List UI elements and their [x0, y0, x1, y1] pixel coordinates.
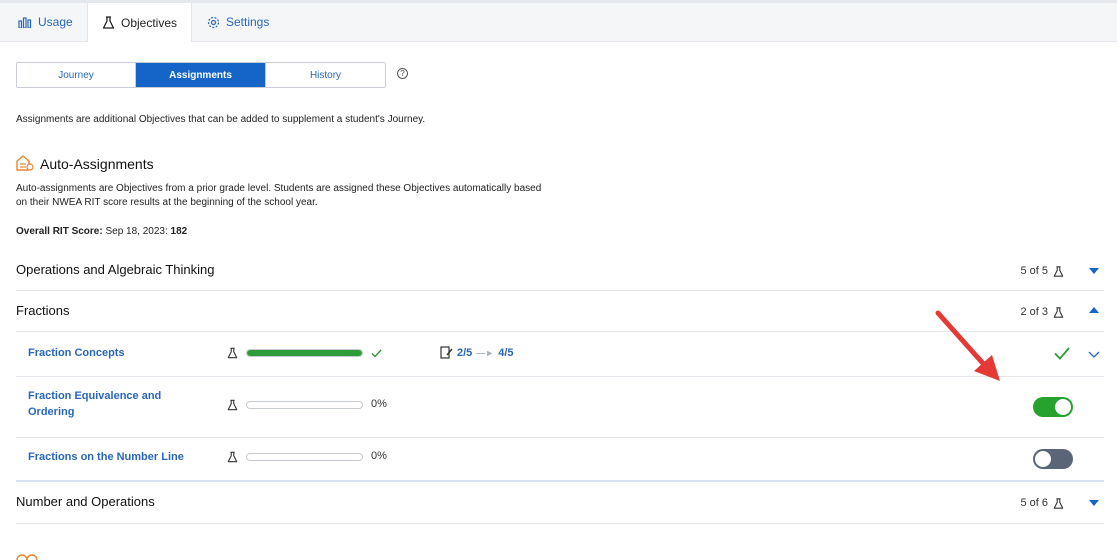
tab-objectives-label: Objectives [121, 15, 178, 30]
section-icon [16, 554, 38, 560]
view-segmented-control: Journey Assignments History [16, 62, 386, 88]
flask-icon [227, 399, 238, 411]
tab-objectives[interactable]: Objectives [87, 3, 193, 42]
gear-icon [207, 16, 220, 28]
auto-assignments-description: Auto-assignments are Objectives from a p… [16, 183, 542, 208]
progress-bar [246, 401, 363, 409]
check-icon [371, 349, 382, 358]
objective-row-fractions-number-line: Fractions on the Number Line 0% [16, 438, 1104, 482]
bar-chart-icon [18, 17, 32, 28]
chevron-down-icon[interactable] [1088, 351, 1100, 358]
chevron-down-icon[interactable] [1088, 499, 1100, 507]
auto-assign-icon [16, 155, 34, 171]
tab-settings-label: Settings [226, 15, 270, 29]
toggle-knob [1035, 451, 1051, 467]
segment-journey[interactable]: Journey [17, 63, 136, 87]
rit-date: Sep 18, 2023: [105, 226, 168, 237]
segment-history[interactable]: History [266, 63, 385, 87]
assessment-from: 2/5 [457, 346, 473, 359]
auto-assignments-title: Auto-Assignments [40, 156, 154, 172]
annotation-arrow-icon [935, 310, 1000, 381]
objective-link[interactable]: Fraction Concepts [28, 345, 125, 361]
progress-bar [246, 453, 363, 461]
progress-percent: 0% [371, 450, 387, 462]
tab-usage-label: Usage [38, 15, 73, 29]
assign-toggle[interactable] [1033, 449, 1073, 469]
flask-icon [227, 451, 238, 463]
help-icon[interactable]: ? [397, 68, 408, 79]
section-operations-algebraic[interactable]: Operations and Algebraic Thinking 5 of 5 [16, 250, 1104, 291]
chevron-up-icon[interactable] [1088, 306, 1100, 314]
flask-icon [227, 347, 238, 359]
rit-score: Overall RIT Score: Sep 18, 2023: 182 [16, 226, 187, 237]
objective-link[interactable]: Fractions on the Number Line [28, 449, 184, 465]
progress-percent: 0% [371, 398, 387, 410]
segment-assignments[interactable]: Assignments [136, 63, 266, 87]
progress-fill [247, 350, 362, 356]
chevron-down-icon[interactable] [1088, 267, 1100, 275]
quiz-icon [440, 346, 453, 359]
assignments-intro: Assignments are additional Objectives th… [16, 114, 426, 125]
section-count: 5 of 6 [1020, 497, 1064, 509]
section-count: 2 of 3 [1020, 306, 1064, 318]
section-number-operations[interactable]: Number and Operations 5 of 6 [16, 483, 1104, 524]
section-count-text: 5 of 5 [1020, 265, 1048, 277]
toggle-knob [1055, 399, 1071, 415]
assign-toggle[interactable] [1033, 397, 1073, 417]
tab-usage[interactable]: Usage [18, 3, 73, 41]
section-title: Operations and Algebraic Thinking [16, 262, 215, 277]
progress-bar [246, 349, 363, 357]
rit-label: Overall RIT Score: [16, 226, 103, 237]
section-count: 5 of 5 [1020, 265, 1064, 277]
arrow-right-icon: —► [476, 347, 495, 358]
section-count-text: 5 of 6 [1020, 497, 1048, 509]
tab-settings[interactable]: Settings [207, 3, 269, 41]
flask-icon [1053, 306, 1064, 318]
section-count-text: 2 of 3 [1020, 306, 1048, 318]
top-tab-bar: Usage Objectives Settings [0, 0, 1117, 42]
flask-icon [102, 16, 115, 29]
section-title: Fractions [16, 303, 70, 318]
objective-link[interactable]: Fraction Equivalence and Ordering [28, 388, 188, 420]
assessment-to: 4/5 [498, 346, 514, 359]
section-title: Number and Operations [16, 494, 155, 509]
check-icon [1054, 347, 1070, 360]
objective-row-fraction-equivalence: Fraction Equivalence and Ordering 0% [16, 377, 1104, 438]
flask-icon [1053, 497, 1064, 509]
rit-value: 182 [170, 226, 188, 237]
flask-icon [1053, 265, 1064, 277]
assessment-scores[interactable]: 2/5 —► 4/5 [440, 346, 514, 359]
